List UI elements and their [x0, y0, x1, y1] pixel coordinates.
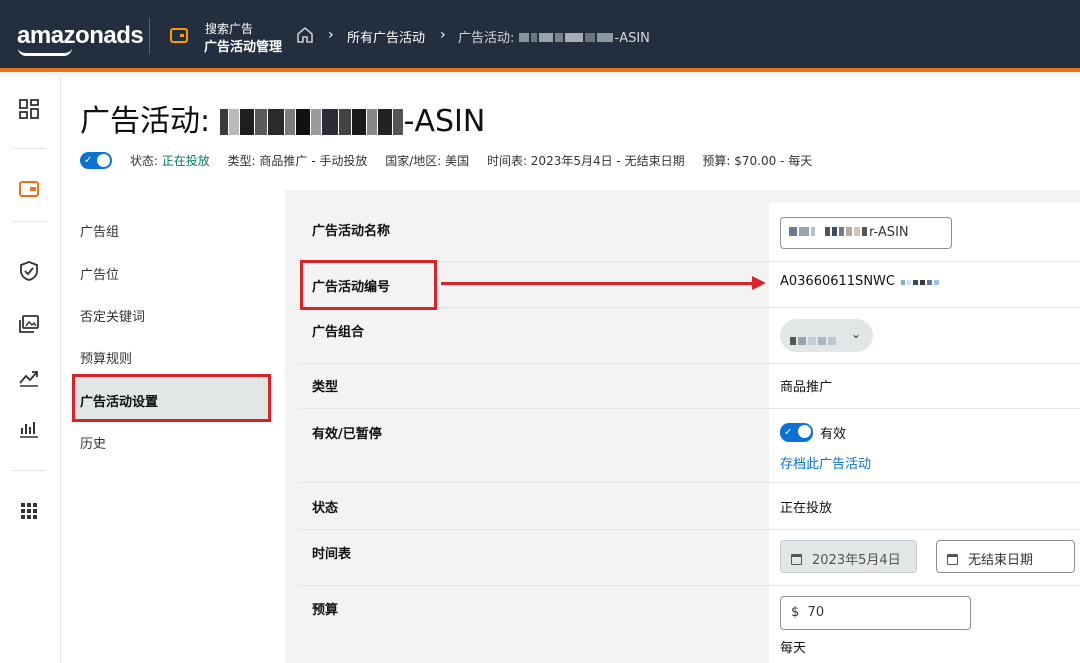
- portfolio-dropdown[interactable]: ⌄: [780, 319, 873, 352]
- product-name[interactable]: 广告活动管理: [204, 36, 282, 55]
- breadcrumb-prefix: 广告活动:: [458, 31, 519, 46]
- budget-label: 预算: [312, 603, 339, 618]
- calendar-icon: [947, 554, 958, 565]
- breadcrumb-suffix: -ASIN: [614, 31, 650, 46]
- nav-item-history[interactable]: 历史: [80, 433, 106, 452]
- reports-bar-icon[interactable]: [18, 418, 40, 440]
- top-bar: amazonads 搜索广告 广告活动管理 › 所有广告活动 › 广告活动: -…: [0, 0, 1080, 72]
- meta-status: 状态: 正在投放: [130, 152, 210, 169]
- apps-grid-icon[interactable]: [18, 500, 40, 522]
- type-label: 类型: [312, 380, 339, 395]
- rail-divider: [12, 148, 46, 149]
- budget-period: 每天: [780, 641, 807, 656]
- redacted-name: [518, 31, 615, 46]
- nav-item-budget-rules[interactable]: 预算规则: [80, 348, 132, 367]
- chevron-down-icon: ⌄: [850, 327, 861, 341]
- calendar-icon: [791, 554, 802, 565]
- start-date-field[interactable]: 2023年5月4日: [780, 540, 917, 573]
- row-divider: [299, 585, 1080, 586]
- check-icon: ✓: [84, 155, 93, 166]
- active-toggle[interactable]: ✓: [780, 423, 813, 442]
- campaign-meta-row: ✓ 状态: 正在投放 类型: 商品推广 - 手动投放 国家/地区: 美国 时间表…: [80, 152, 812, 172]
- check-icon: ✓: [784, 427, 793, 438]
- portfolio-label: 广告组合: [312, 325, 365, 340]
- end-date-text: 无结束日期: [968, 553, 1034, 568]
- trend-chart-icon[interactable]: [18, 366, 40, 388]
- meta-country: 国家/地区: 美国: [385, 154, 470, 168]
- annotation-arrow-head-icon: [752, 276, 766, 290]
- rail-divider: [12, 221, 46, 222]
- start-date-text: 2023年5月4日: [812, 553, 901, 568]
- media-library-icon[interactable]: [18, 313, 40, 335]
- type-value: 商品推广: [780, 380, 833, 395]
- row-divider: [299, 408, 1080, 409]
- meta-status-label: 状态:: [129, 154, 158, 168]
- meta-budget: 预算: $70.00 - 每天: [702, 154, 813, 168]
- dashboard-grid-icon[interactable]: [18, 98, 40, 120]
- title-suffix: -ASIN: [403, 104, 486, 139]
- annotation-box-settings: [72, 374, 271, 422]
- redacted-name: [789, 225, 869, 240]
- shield-icon[interactable]: [18, 260, 40, 282]
- campaign-wallet-icon[interactable]: [18, 178, 40, 200]
- campaign-enabled-toggle[interactable]: ✓: [80, 152, 112, 169]
- archive-campaign-link[interactable]: 存档此广告活动: [780, 453, 871, 472]
- nav-item-placements[interactable]: 广告位: [80, 264, 119, 283]
- product-category: 搜索广告: [205, 22, 254, 36]
- end-date-field[interactable]: 无结束日期: [936, 540, 1075, 573]
- redacted-campaign-name: [219, 104, 404, 139]
- nav-item-negative-keywords[interactable]: 否定关键词: [80, 306, 145, 325]
- header-divider: [149, 18, 150, 54]
- redacted-portfolio: [790, 330, 838, 349]
- campaign-name-input[interactable]: r-ASIN: [780, 217, 952, 249]
- breadcrumb-current-campaign: 广告活动: -ASIN: [458, 27, 650, 46]
- meta-schedule: 时间表: 2023年5月4日 - 无结束日期: [486, 154, 685, 168]
- status-value: 正在投放: [780, 501, 833, 516]
- rail-divider: [12, 470, 46, 471]
- campaign-subnav: [61, 190, 285, 663]
- campaign-name-suffix: r-ASIN: [869, 225, 909, 240]
- meta-status-value: 正在投放: [161, 154, 210, 168]
- row-divider: [299, 363, 1080, 364]
- breadcrumb-separator-icon: ›: [440, 27, 446, 43]
- campaign-id-value: A03660611SNWC: [780, 274, 941, 289]
- annotation-box-campaign-id: [300, 260, 437, 310]
- wallet-icon: [170, 28, 188, 43]
- campaign-id-text: A03660611SNWC: [780, 274, 895, 289]
- home-icon[interactable]: [296, 26, 314, 44]
- currency-symbol: $: [791, 605, 800, 620]
- logo-smile-icon: [18, 48, 72, 56]
- row-divider: [299, 529, 1080, 530]
- meta-type: 类型: 商品推广 - 手动投放: [227, 154, 368, 168]
- left-rail: [0, 76, 61, 663]
- budget-input[interactable]: $ 70: [780, 596, 971, 630]
- active-paused-label: 有效/已暂停: [312, 427, 382, 442]
- breadcrumb-all-campaigns[interactable]: 所有广告活动: [347, 27, 425, 46]
- redacted-id: [900, 274, 941, 289]
- annotation-arrow-line: [441, 282, 753, 285]
- status-label: 状态: [312, 501, 339, 516]
- campaign-name-label: 广告活动名称: [312, 224, 391, 239]
- amazon-ads-logo[interactable]: amazonads: [17, 22, 144, 50]
- row-divider: [299, 482, 1080, 483]
- active-value: 有效: [820, 427, 847, 442]
- budget-amount: 70: [807, 605, 825, 620]
- page-title: 广告活动: -ASIN: [80, 96, 485, 140]
- breadcrumb-separator-icon: ›: [328, 27, 334, 43]
- title-prefix: 广告活动:: [80, 104, 220, 139]
- nav-item-ad-groups[interactable]: 广告组: [80, 221, 119, 240]
- schedule-label: 时间表: [312, 547, 352, 562]
